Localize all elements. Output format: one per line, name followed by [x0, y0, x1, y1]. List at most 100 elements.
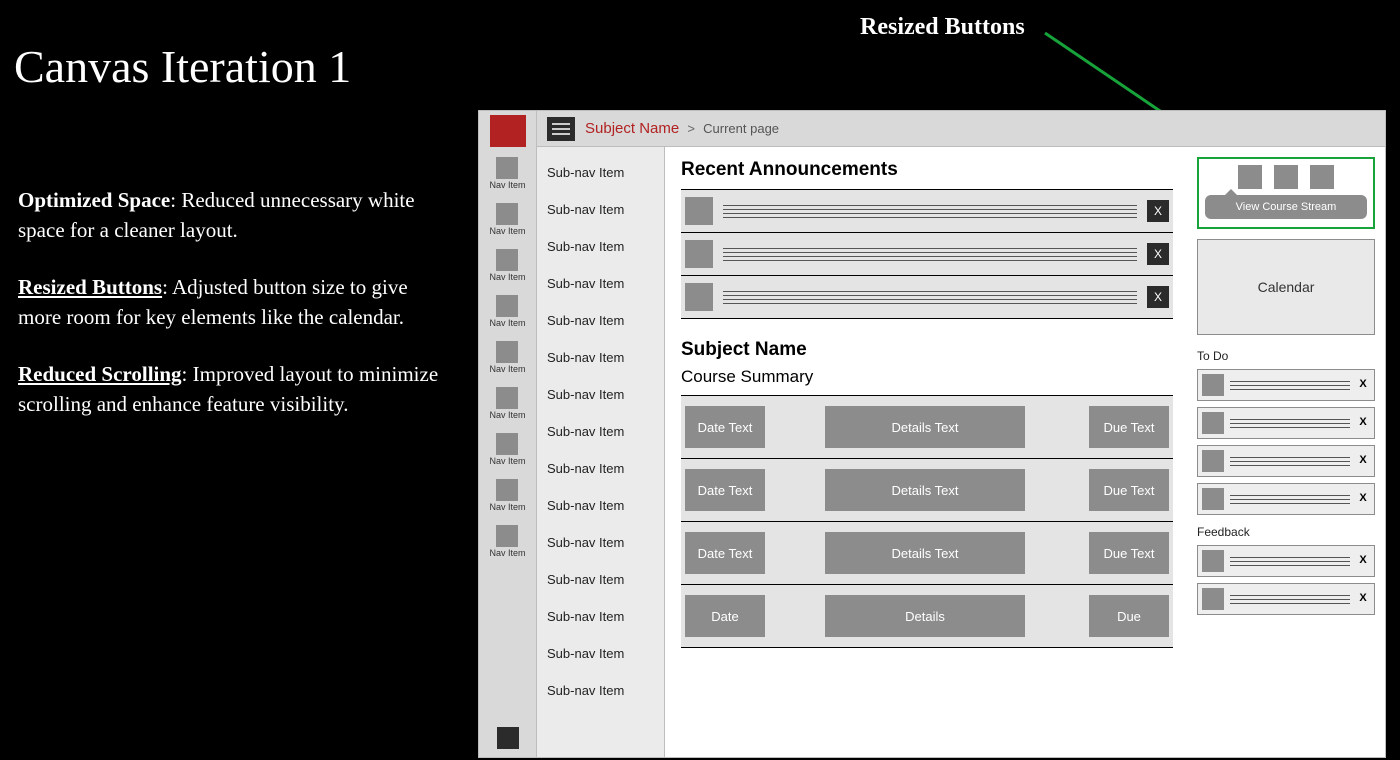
nav-footer-icon[interactable]	[497, 727, 519, 749]
summary-row[interactable]: Date Text Details Text Due Text	[681, 522, 1173, 585]
nav-item[interactable]: Nav Item	[489, 479, 525, 512]
feedback-heading: Feedback	[1197, 525, 1375, 539]
summary-due: Due Text	[1089, 469, 1169, 511]
app-logo[interactable]	[490, 115, 526, 147]
nav-item[interactable]: Nav Item	[489, 341, 525, 374]
todo-item[interactable]: X	[1197, 445, 1375, 477]
hamburger-icon[interactable]	[547, 117, 575, 141]
course-subnav: Sub-nav Item Sub-nav Item Sub-nav Item S…	[537, 147, 665, 757]
nav-label: Nav Item	[489, 456, 525, 466]
announcements-heading: Recent Announcements	[681, 159, 1173, 181]
summary-row[interactable]: Date Text Details Text Due Text	[681, 459, 1173, 522]
breadcrumb-subject[interactable]: Subject Name	[585, 120, 679, 137]
announcement-row[interactable]: X	[681, 233, 1173, 276]
subnav-item[interactable]: Sub-nav Item	[537, 605, 664, 628]
todo-item[interactable]: X	[1197, 369, 1375, 401]
action-button-row	[1205, 165, 1367, 189]
top-bar: Subject Name > Current page	[537, 111, 1385, 147]
nav-item[interactable]: Nav Item	[489, 295, 525, 328]
dismiss-icon[interactable]: X	[1356, 492, 1370, 506]
todo-item[interactable]: X	[1197, 407, 1375, 439]
placeholder-lines	[723, 291, 1137, 304]
summary-details: Details Text	[825, 532, 1025, 574]
subnav-item[interactable]: Sub-nav Item	[537, 198, 664, 221]
subnav-item[interactable]: Sub-nav Item	[537, 346, 664, 369]
placeholder-lines	[1230, 557, 1350, 566]
subnav-item[interactable]: Sub-nav Item	[537, 457, 664, 480]
nav-item[interactable]: Nav Item	[489, 525, 525, 558]
subnav-item[interactable]: Sub-nav Item	[537, 383, 664, 406]
dismiss-icon[interactable]: X	[1356, 378, 1370, 392]
subnav-item[interactable]: Sub-nav Item	[537, 679, 664, 702]
nav-item[interactable]: Nav Item	[489, 203, 525, 236]
subnav-item[interactable]: Sub-nav Item	[537, 420, 664, 443]
breadcrumb-separator: >	[683, 121, 699, 136]
right-sidebar: View Course Stream Calendar To Do X X X …	[1189, 147, 1385, 757]
summary-date: Date Text	[685, 469, 765, 511]
subnav-item[interactable]: Sub-nav Item	[537, 309, 664, 332]
dismiss-icon[interactable]: X	[1356, 454, 1370, 468]
nav-icon	[496, 203, 518, 225]
nav-icon	[496, 249, 518, 271]
dismiss-button[interactable]: X	[1147, 200, 1169, 222]
announcement-row[interactable]: X	[681, 276, 1173, 319]
placeholder-lines	[1230, 495, 1350, 504]
dismiss-icon[interactable]: X	[1356, 554, 1370, 568]
bullet-key-0: Optimized Space	[18, 188, 170, 212]
main-content: Recent Announcements X X X Subject Name …	[665, 147, 1189, 757]
calendar-widget[interactable]: Calendar	[1197, 239, 1375, 335]
nav-item[interactable]: Nav Item	[489, 157, 525, 190]
global-nav-rail: Nav Item Nav Item Nav Item Nav Item Nav …	[479, 111, 537, 757]
subject-heading: Subject Name	[681, 339, 1173, 361]
dismiss-icon[interactable]: X	[1356, 416, 1370, 430]
action-button[interactable]	[1238, 165, 1262, 189]
nav-icon	[496, 341, 518, 363]
nav-icon	[496, 433, 518, 455]
summary-details: Details	[825, 595, 1025, 637]
subnav-item[interactable]: Sub-nav Item	[537, 272, 664, 295]
nav-icon	[496, 387, 518, 409]
summary-date: Date Text	[685, 532, 765, 574]
view-course-stream-button[interactable]: View Course Stream	[1205, 195, 1367, 219]
bullet-key-1: Resized Buttons	[18, 275, 162, 299]
dismiss-icon[interactable]: X	[1356, 592, 1370, 606]
placeholder-lines	[1230, 457, 1350, 466]
nav-label: Nav Item	[489, 226, 525, 236]
subnav-item[interactable]: Sub-nav Item	[537, 161, 664, 184]
nav-item[interactable]: Nav Item	[489, 387, 525, 420]
placeholder-lines	[1230, 595, 1350, 604]
summary-due: Due Text	[1089, 406, 1169, 448]
slide-title: Canvas Iteration 1	[14, 40, 351, 93]
course-summary-heading: Course Summary	[681, 367, 1173, 387]
placeholder-lines	[723, 205, 1137, 218]
placeholder-lines	[1230, 419, 1350, 428]
summary-row[interactable]: Date Details Due	[681, 585, 1173, 648]
todo-item[interactable]: X	[1197, 483, 1375, 515]
nav-label: Nav Item	[489, 364, 525, 374]
summary-date: Date Text	[685, 406, 765, 448]
nav-item[interactable]: Nav Item	[489, 249, 525, 282]
bullet-key-2: Reduced Scrolling	[18, 362, 182, 386]
summary-due: Due Text	[1089, 532, 1169, 574]
subnav-item[interactable]: Sub-nav Item	[537, 531, 664, 554]
course-summary-table: Date Text Details Text Due Text Date Tex…	[681, 395, 1173, 648]
nav-icon	[496, 479, 518, 501]
dismiss-button[interactable]: X	[1147, 286, 1169, 308]
nav-label: Nav Item	[489, 272, 525, 282]
subnav-item[interactable]: Sub-nav Item	[537, 642, 664, 665]
nav-icon	[496, 295, 518, 317]
nav-label: Nav Item	[489, 410, 525, 420]
subnav-item[interactable]: Sub-nav Item	[537, 235, 664, 258]
nav-item[interactable]: Nav Item	[489, 433, 525, 466]
subnav-item[interactable]: Sub-nav Item	[537, 568, 664, 591]
subnav-item[interactable]: Sub-nav Item	[537, 494, 664, 517]
feedback-item[interactable]: X	[1197, 545, 1375, 577]
nav-icon	[496, 157, 518, 179]
action-button[interactable]	[1274, 165, 1298, 189]
summary-row[interactable]: Date Text Details Text Due Text	[681, 396, 1173, 459]
dismiss-button[interactable]: X	[1147, 243, 1169, 265]
breadcrumb-current: Current page	[703, 121, 779, 136]
action-button[interactable]	[1310, 165, 1334, 189]
feedback-item[interactable]: X	[1197, 583, 1375, 615]
announcement-row[interactable]: X	[681, 190, 1173, 233]
